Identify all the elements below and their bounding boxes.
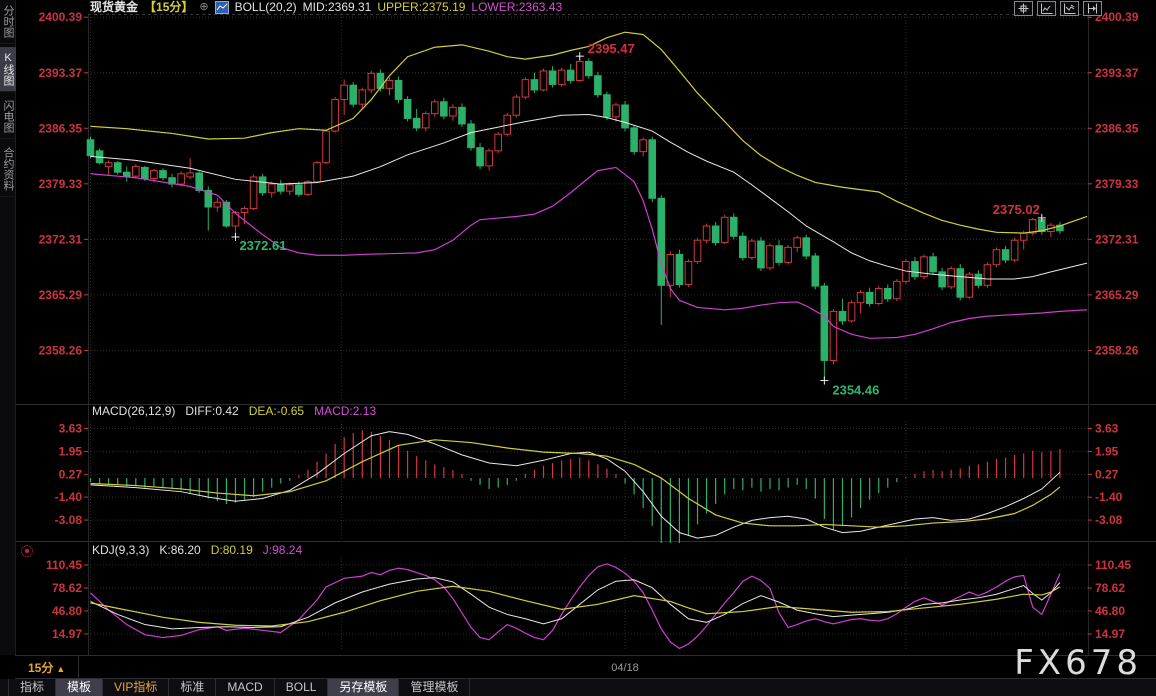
kdj-header: KDJ(9,3,3) K:86.20 D:80.19 J:98.24 bbox=[92, 543, 302, 557]
fx678-watermark: FX678 bbox=[1014, 643, 1142, 683]
sidebar-item-contract-info[interactable]: 合约资料 bbox=[0, 142, 16, 197]
compress-left-icon[interactable] bbox=[1037, 1, 1056, 16]
axis-label: 2365.29 bbox=[1095, 288, 1139, 302]
trading-app-window: 2400.39 2400.39 2393.37 2393.37 2386.35 2386.… bbox=[0, 0, 1156, 696]
macd-histogram-layer bbox=[89, 430, 1061, 543]
tab-save-template[interactable]: 另存模板 bbox=[328, 679, 400, 696]
tab-vip-indicators[interactable]: VIP指标 bbox=[103, 679, 170, 696]
macd-title: MACD(26,12,9) bbox=[92, 404, 176, 418]
axis-label: 2400.39 bbox=[39, 10, 83, 24]
axis-label: 2358.26 bbox=[1095, 343, 1139, 357]
axis-label: 0.27 bbox=[59, 467, 83, 481]
macd-grid: 3.63 3.63 1.95 1.95 0.27 0.27 -1.40 -1.40 -3.08 -… bbox=[55, 421, 1123, 543]
axis-label: 2379.33 bbox=[1095, 177, 1139, 191]
tab-standard[interactable]: 标准 bbox=[169, 679, 217, 696]
add-circle-icon[interactable]: ⊕ bbox=[199, 1, 208, 13]
symbol-name: 现货黄金 bbox=[90, 0, 139, 14]
axis-label: 2393.37 bbox=[39, 66, 83, 80]
indicator-tabbar: 指标 模板 VIP指标 标准 MACD BOLL 另存模板 管理模板 bbox=[0, 679, 1156, 696]
price-annotation: 2372.61 bbox=[239, 238, 286, 253]
axis-label: -1.40 bbox=[55, 490, 83, 504]
boll-params-label: BOLL(20,2) bbox=[234, 0, 297, 14]
axis-label: 2379.33 bbox=[39, 177, 83, 191]
sidebar-item-kline-chart[interactable]: K线图 bbox=[0, 47, 16, 92]
sidebar-item-lightning-chart[interactable]: 闪电图 bbox=[0, 95, 16, 139]
compress-right-icon[interactable] bbox=[1060, 1, 1079, 16]
chart-header: 现货黄金 【15分】 ⊕ BOLL(20,2) MID:2369.31 UPPE… bbox=[90, 0, 562, 14]
axis-label: 14.97 bbox=[1095, 627, 1125, 641]
axis-label: 46.80 bbox=[1095, 604, 1125, 618]
tab-boll[interactable]: BOLL bbox=[275, 679, 329, 696]
price-annotation: 2375.02 bbox=[993, 202, 1040, 217]
period-selector[interactable]: 15分 ▲ bbox=[28, 659, 65, 676]
axis-label: 2386.35 bbox=[1095, 121, 1139, 135]
axis-label: 2358.26 bbox=[39, 343, 83, 357]
axis-label: 46.80 bbox=[52, 604, 82, 618]
axis-label: 2393.37 bbox=[1095, 66, 1139, 80]
tab-macd[interactable]: MACD bbox=[216, 679, 275, 696]
axis-label: 2386.35 bbox=[39, 121, 83, 135]
kdj-lines-layer bbox=[90, 563, 1061, 650]
axis-label: 110.45 bbox=[1095, 558, 1131, 572]
chart-canvas[interactable]: 2400.39 2400.392393.37 2393.372386.35 2386.… bbox=[0, 0, 1156, 696]
macd-diff-value: DIFF:0.42 bbox=[185, 404, 239, 418]
axis-label: 1.95 bbox=[1095, 444, 1119, 458]
tab-manage-templates[interactable]: 管理模板 bbox=[399, 679, 471, 696]
axis-label: 78.62 bbox=[1095, 581, 1125, 595]
boll-mid-value: MID:2369.31 bbox=[302, 0, 372, 14]
axis-label: 0.27 bbox=[1095, 467, 1119, 481]
date-axis-label: 04/18 bbox=[611, 662, 639, 674]
indicator-marker-icon bbox=[21, 545, 33, 557]
period-label: 【15分】 bbox=[144, 0, 194, 14]
axis-label: 1.95 bbox=[59, 444, 83, 458]
axis-label: -1.40 bbox=[1095, 490, 1123, 504]
tab-indicators[interactable]: 指标 bbox=[8, 679, 57, 696]
boll-upper-value: UPPER:2375.19 bbox=[377, 0, 466, 14]
tab-templates[interactable]: 模板 bbox=[56, 679, 104, 696]
chart-type-sidebar: 分时图 K线图 闪电图 合约资料 bbox=[0, 0, 16, 655]
triangle-up-icon: ▲ bbox=[56, 664, 66, 674]
axis-label: -3.08 bbox=[1095, 513, 1123, 527]
sidebar-item-time-chart[interactable]: 分时图 bbox=[0, 0, 16, 44]
axis-label: 3.63 bbox=[59, 422, 83, 436]
shift-right-icon[interactable] bbox=[1083, 1, 1102, 16]
macd-value: MACD:2.13 bbox=[314, 404, 377, 418]
price-annotation: 2354.46 bbox=[832, 383, 879, 398]
axis-label: 3.63 bbox=[1095, 422, 1119, 436]
axis-label: 2372.31 bbox=[1095, 232, 1139, 246]
chart-style-icon[interactable] bbox=[214, 0, 229, 14]
axis-label: 2372.31 bbox=[39, 232, 83, 246]
axis-label: 14.97 bbox=[52, 627, 82, 641]
boll-lower-value: LOWER:2363.43 bbox=[471, 0, 563, 14]
kdj-k-value: K:86.20 bbox=[159, 543, 201, 557]
axis-label: 78.62 bbox=[52, 581, 82, 595]
move-crosshair-icon[interactable] bbox=[1014, 1, 1033, 16]
kdj-d-value: D:80.19 bbox=[210, 543, 253, 557]
kdj-grid: 110.45 110.45 78.62 78.62 46.80 46.80 14.97 14.… bbox=[46, 558, 1131, 651]
kdj-j-value: J:98.24 bbox=[262, 543, 303, 557]
price-annotation: 2395.47 bbox=[588, 41, 635, 56]
candles-layer bbox=[86, 56, 1064, 381]
axis-label: 110.45 bbox=[46, 558, 82, 572]
kdj-title: KDJ(9,3,3) bbox=[92, 543, 150, 557]
axis-label: 2365.29 bbox=[39, 288, 83, 302]
period-value: 15分 bbox=[28, 661, 54, 675]
chart-toolbar bbox=[1014, 1, 1102, 16]
macd-dea-value: DEA:-0.65 bbox=[248, 404, 305, 418]
axis-label: -3.08 bbox=[55, 513, 83, 527]
macd-header: MACD(26,12,9) DIFF:0.42 DEA:-0.65 MACD:2… bbox=[92, 404, 376, 418]
date-axis: 04/18 bbox=[611, 662, 639, 674]
